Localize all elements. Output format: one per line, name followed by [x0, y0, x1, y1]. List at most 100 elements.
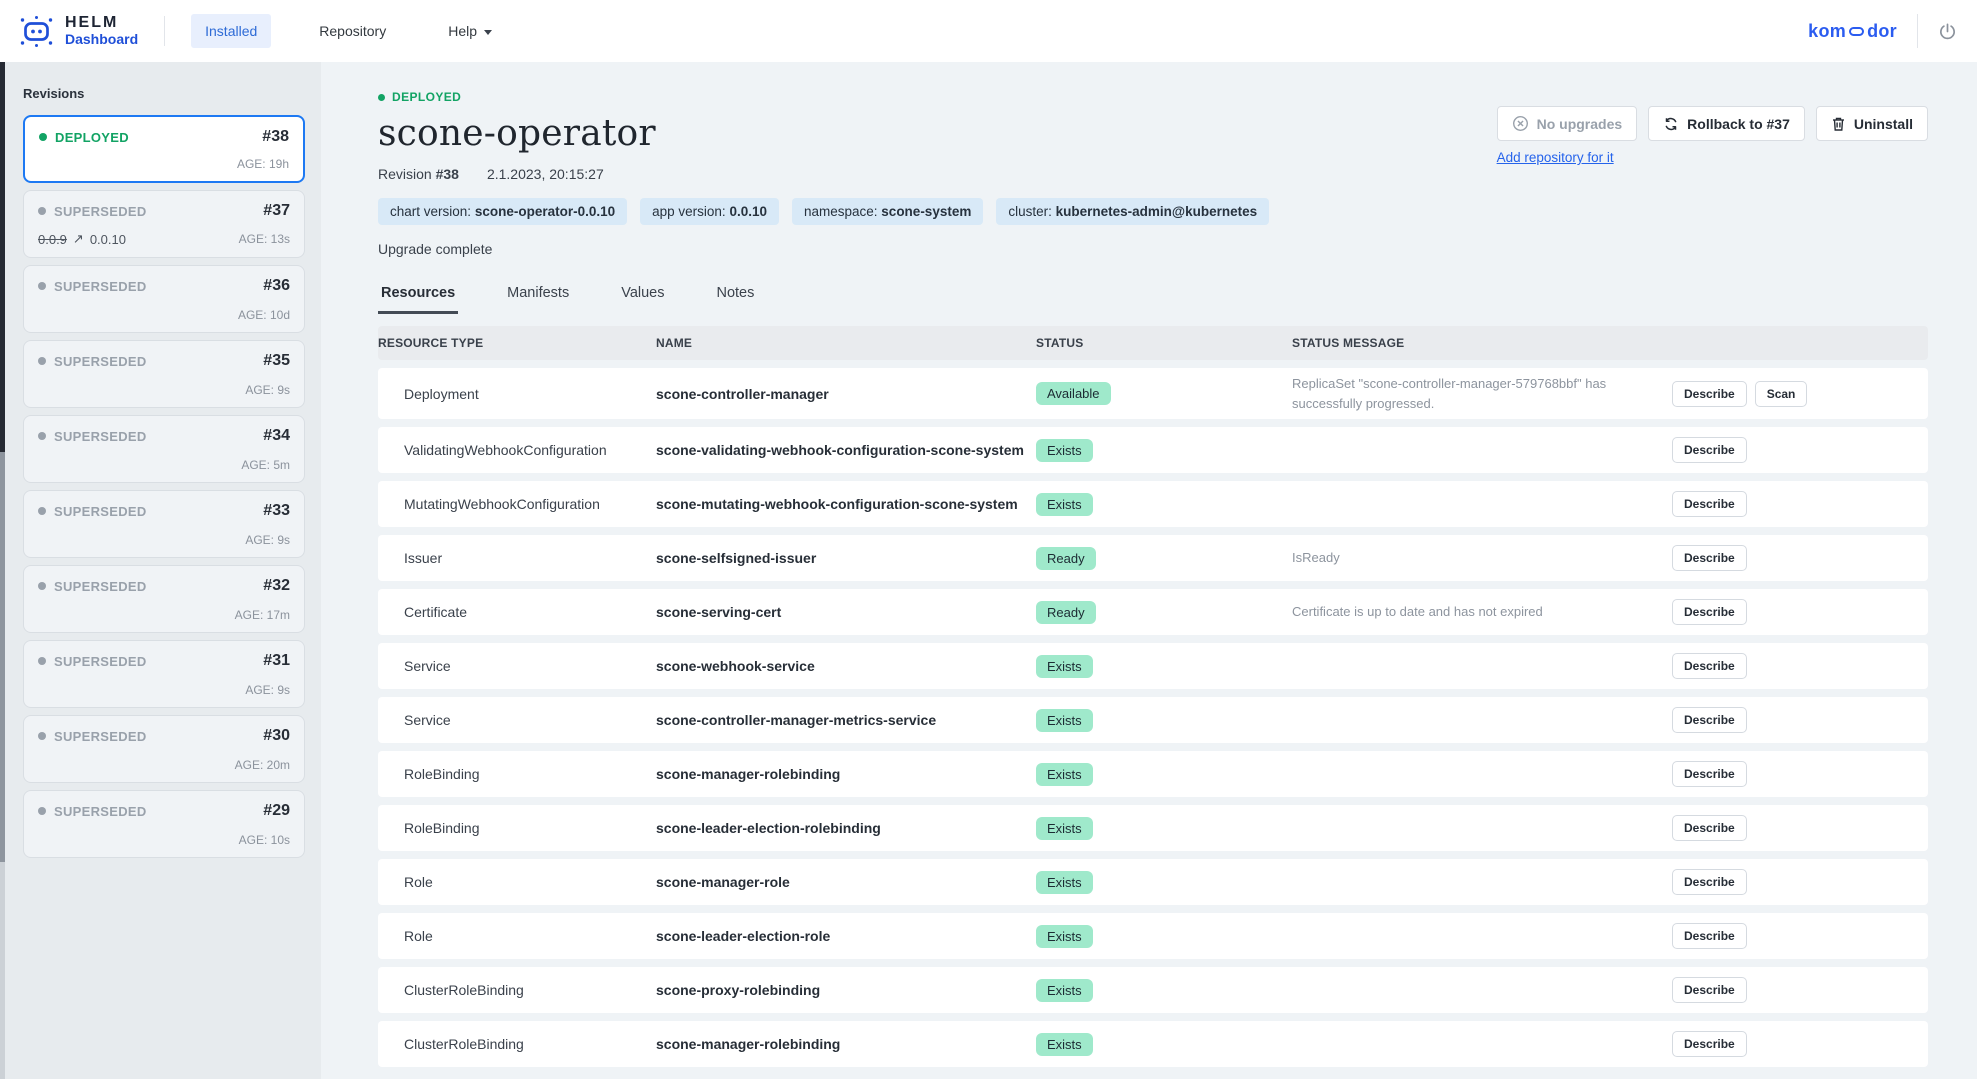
status-dot-icon: [378, 94, 385, 101]
tab-values[interactable]: Values: [618, 285, 667, 314]
cell-status-badge: Exists: [1036, 493, 1093, 516]
revision-card[interactable]: SUPERSEDED #33 ↗ AGE: 9s: [23, 490, 305, 558]
describe-button[interactable]: Describe: [1672, 491, 1747, 517]
revision-card[interactable]: DEPLOYED #38 ↗ AGE: 19h: [23, 115, 305, 183]
cell-resource-type: Role: [378, 928, 656, 944]
cell-status-badge: Exists: [1036, 1033, 1093, 1056]
power-button[interactable]: [1938, 22, 1957, 41]
brand-subtitle: Dashboard: [65, 32, 138, 47]
revision-status-label: SUPERSEDED: [54, 279, 147, 294]
add-repository-link[interactable]: Add repository for it: [1497, 150, 1614, 165]
revision-card[interactable]: SUPERSEDED #34 ↗ AGE: 5m: [23, 415, 305, 483]
cell-name: scone-validating-webhook-configuration-s…: [656, 442, 1036, 458]
column-resource-type: RESOURCE TYPE: [378, 336, 656, 350]
chip-value: kubernetes-admin@kubernetes: [1056, 204, 1257, 219]
no-upgrades-button[interactable]: No upgrades: [1497, 106, 1638, 141]
describe-button[interactable]: Describe: [1672, 707, 1747, 733]
table-row: RoleBinding scone-manager-rolebinding Ex…: [378, 751, 1928, 797]
revision-number: #31: [263, 652, 290, 670]
helm-dashboard-logo[interactable]: HELM Dashboard: [18, 15, 138, 48]
chip-label: app version:: [652, 204, 726, 219]
describe-button[interactable]: Describe: [1672, 545, 1747, 571]
cell-resource-type: Issuer: [378, 550, 656, 566]
uninstall-button[interactable]: Uninstall: [1816, 106, 1928, 141]
revision-age: AGE: 9s: [245, 533, 290, 547]
describe-button[interactable]: Describe: [1672, 381, 1747, 407]
cell-name: scone-proxy-rolebinding: [656, 982, 1036, 998]
revision-card[interactable]: SUPERSEDED #29 ↗ AGE: 10s: [23, 790, 305, 858]
describe-button[interactable]: Describe: [1672, 923, 1747, 949]
version-arrow-icon: ↗: [73, 231, 84, 247]
nav-item-repository[interactable]: Repository: [305, 14, 400, 48]
komodor-logo[interactable]: komdor: [1808, 21, 1897, 42]
revision-number: #36: [263, 277, 290, 295]
cell-actions: Describe: [1672, 437, 1928, 463]
cell-actions: Describe: [1672, 761, 1928, 787]
cell-status-badge: Exists: [1036, 817, 1093, 840]
revision-status-dot-icon: [38, 432, 46, 440]
describe-button[interactable]: Describe: [1672, 437, 1747, 463]
describe-button[interactable]: Describe: [1672, 869, 1747, 895]
cell-name: scone-leader-election-rolebinding: [656, 820, 1036, 836]
cell-status-badge: Exists: [1036, 439, 1093, 462]
revision-status-label: SUPERSEDED: [54, 729, 147, 744]
describe-button[interactable]: Describe: [1672, 1031, 1747, 1057]
cell-name: scone-controller-manager-metrics-service: [656, 712, 1036, 728]
cell-name: scone-manager-rolebinding: [656, 766, 1036, 782]
describe-button[interactable]: Describe: [1672, 815, 1747, 841]
tab-resources[interactable]: Resources: [378, 285, 458, 314]
cell-actions: Describe: [1672, 599, 1928, 625]
resources-table: RESOURCE TYPE NAME STATUS STATUS MESSAGE…: [378, 326, 1928, 1067]
cell-name: scone-leader-election-role: [656, 928, 1036, 944]
version-from: 0.0.9: [38, 232, 67, 247]
describe-button[interactable]: Describe: [1672, 977, 1747, 1003]
table-row: Deployment scone-controller-manager Avai…: [378, 368, 1928, 419]
cell-status-badge: Exists: [1036, 709, 1093, 732]
revision-age: AGE: 10d: [238, 308, 290, 322]
nav-item-help[interactable]: Help: [434, 14, 506, 48]
cell-resource-type: Service: [378, 712, 656, 728]
cell-status-badge: Exists: [1036, 655, 1093, 678]
revision-info: Revision #38 2.1.2023, 20:15:27: [378, 166, 1497, 182]
revision-version-change: 0.0.9 ↗ 0.0.10: [38, 231, 126, 247]
revision-number: #38: [262, 128, 289, 146]
tab-notes[interactable]: Notes: [713, 285, 757, 314]
revision-status-dot-icon: [38, 582, 46, 590]
cell-resource-type: ClusterRoleBinding: [378, 982, 656, 998]
cell-status-badge: Exists: [1036, 979, 1093, 1002]
nav-item-installed[interactable]: Installed: [191, 14, 271, 48]
revision-card[interactable]: SUPERSEDED #30 ↗ AGE: 20m: [23, 715, 305, 783]
describe-button[interactable]: Describe: [1672, 599, 1747, 625]
scan-button[interactable]: Scan: [1755, 381, 1808, 407]
rollback-button[interactable]: Rollback to #37: [1648, 106, 1805, 141]
revision-card[interactable]: SUPERSEDED #32 ↗ AGE: 17m: [23, 565, 305, 633]
revision-age: AGE: 20m: [235, 758, 290, 772]
revision-card[interactable]: SUPERSEDED #35 ↗ AGE: 9s: [23, 340, 305, 408]
cell-status-message: IsReady: [1292, 548, 1637, 568]
chevron-down-icon: [484, 30, 492, 35]
revision-number: #32: [263, 577, 290, 595]
describe-button[interactable]: Describe: [1672, 761, 1747, 787]
chip-label: chart version:: [390, 204, 471, 219]
revision-age: AGE: 17m: [235, 608, 290, 622]
circle-x-icon: [1512, 115, 1529, 132]
chip-label: cluster:: [1008, 204, 1052, 219]
table-row: Role scone-manager-role Exists Describe: [378, 859, 1928, 905]
detail-tabs: Resources Manifests Values Notes: [378, 285, 1928, 314]
cell-status-badge: Ready: [1036, 601, 1096, 624]
revision-age: AGE: 10s: [239, 833, 290, 847]
cell-status-badge: Ready: [1036, 547, 1096, 570]
revision-age: AGE: 19h: [237, 157, 289, 171]
tab-manifests[interactable]: Manifests: [504, 285, 572, 314]
revision-card[interactable]: SUPERSEDED #31 ↗ AGE: 9s: [23, 640, 305, 708]
revision-card[interactable]: SUPERSEDED #37 0.0.9 ↗ 0.0.10 AGE: 13s: [23, 190, 305, 258]
metadata-chip: cluster: kubernetes-admin@kubernetes: [996, 198, 1269, 225]
revision-number: #35: [263, 352, 290, 370]
cell-resource-type: Role: [378, 874, 656, 890]
revision-status-dot-icon: [38, 207, 46, 215]
release-detail-panel: DEPLOYED scone-operator Revision #38 2.1…: [321, 62, 1977, 1079]
describe-button[interactable]: Describe: [1672, 653, 1747, 679]
revision-card[interactable]: SUPERSEDED #36 ↗ AGE: 10d: [23, 265, 305, 333]
revision-number: #29: [263, 802, 290, 820]
revision-number: #30: [263, 727, 290, 745]
